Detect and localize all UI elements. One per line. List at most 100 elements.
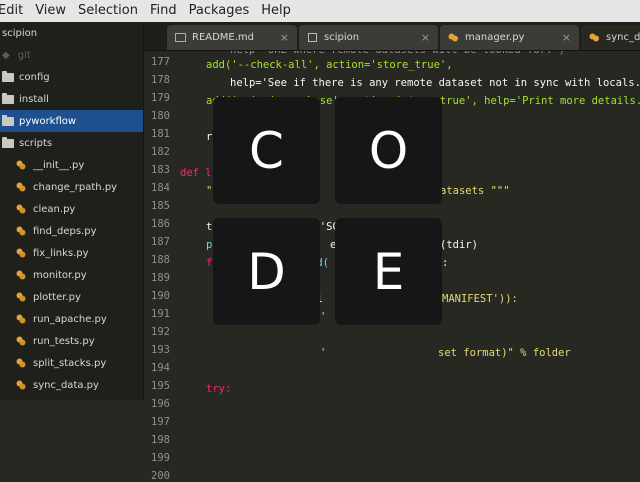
code-line: try:	[206, 383, 232, 395]
line-number: 180	[151, 110, 170, 122]
tree-file[interactable]: fix_links.py	[0, 242, 143, 264]
tree-file[interactable]: split_stacks.py	[0, 352, 143, 374]
tree-file[interactable]: run_apache.py	[0, 308, 143, 330]
tab-label: scipion	[324, 32, 360, 43]
line-number: 190	[151, 290, 170, 302]
tree-item-label: run_apache.py	[33, 313, 107, 325]
tree-folder[interactable]: install	[0, 88, 143, 110]
tree-file[interactable]: plotter.py	[0, 286, 143, 308]
tree-item-label: install	[19, 93, 49, 105]
tree-folder[interactable]: scripts	[0, 132, 143, 154]
tree-file[interactable]: change_rpath.py	[0, 176, 143, 198]
folder-icon	[2, 114, 14, 126]
tab-label: README.md	[192, 32, 255, 43]
menu-bar: Edit View Selection Find Packages Help	[0, 0, 640, 23]
menu-edit[interactable]: Edit	[0, 0, 29, 22]
tree-view: scipion ◆ git config install pyworkflow scr…	[0, 22, 144, 400]
line-number: 193	[151, 344, 170, 356]
tree-folder[interactable]: config	[0, 66, 143, 88]
code-line: '	[320, 347, 327, 359]
code-line: add('--check-all', action='store_true',	[206, 59, 453, 71]
line-number: 178	[151, 74, 170, 86]
tree-file[interactable]: __init__.py	[0, 154, 143, 176]
line-number: 192	[151, 326, 170, 338]
menu-help[interactable]: Help	[255, 0, 297, 22]
tree-file[interactable]: clean.py	[0, 198, 143, 220]
tab-readme[interactable]: README.md ×	[167, 25, 297, 50]
tab-label: sync_da	[606, 32, 640, 43]
python-file-icon	[16, 336, 26, 346]
tab-scipion[interactable]: scipion ×	[299, 25, 438, 50]
line-number: 194	[151, 362, 170, 374]
python-file-icon	[16, 160, 26, 170]
tree-item-label: monitor.py	[33, 269, 87, 281]
tree-file[interactable]: sync_data.py	[0, 374, 143, 396]
tree-item-label: config	[19, 71, 50, 83]
tree-item-label: change_rpath.py	[33, 181, 118, 193]
line-number: 179	[151, 92, 170, 104]
logo-letter-e: E	[335, 218, 442, 325]
menu-packages[interactable]: Packages	[183, 0, 256, 22]
tree-item-label: plotter.py	[33, 291, 81, 303]
line-number: 199	[151, 452, 170, 464]
tree-folder[interactable]: pyworkflow	[0, 110, 143, 132]
folder-icon	[2, 92, 14, 104]
python-file-icon	[16, 292, 26, 302]
folder-icon	[2, 136, 14, 148]
line-number: 197	[151, 416, 170, 428]
logo-letter-d: D	[213, 218, 320, 325]
python-file-icon	[16, 182, 26, 192]
tree-item-label: split_stacks.py	[33, 357, 107, 369]
tree-item-label: scripts	[19, 137, 53, 149]
tree-file[interactable]: monitor.py	[0, 264, 143, 286]
line-number-gutter: 177 178 179 180 181 182 183 184 185 186 187 188 189 1…	[144, 51, 178, 482]
python-file-icon	[16, 226, 26, 236]
code-line: atasets """	[440, 185, 510, 197]
tree-file[interactable]: find_deps.py	[0, 220, 143, 242]
tree-item-label: git	[17, 49, 31, 61]
tree-root-scipion[interactable]: scipion	[0, 22, 143, 44]
tree-file[interactable]: run_tests.py	[0, 330, 143, 352]
tab-manager[interactable]: manager.py ×	[440, 25, 579, 50]
menu-selection[interactable]: Selection	[72, 0, 144, 22]
line-number: 198	[151, 434, 170, 446]
python-file-icon	[16, 204, 26, 214]
tree-item-label: run_tests.py	[33, 335, 95, 347]
tab-sync-data[interactable]: sync_da	[581, 25, 640, 50]
python-file-icon	[16, 314, 26, 324]
line-number: 184	[151, 182, 170, 194]
menu-find[interactable]: Find	[144, 0, 183, 22]
logo-letter-o: O	[335, 97, 442, 204]
tab-bar: README.md × scipion × manager.py × sync_…	[144, 22, 640, 51]
code-line: set format)" % folder	[438, 347, 571, 359]
close-icon[interactable]: ×	[280, 31, 289, 44]
python-file-icon	[16, 248, 26, 258]
line-number: 187	[151, 236, 170, 248]
markdown-file-icon	[175, 33, 186, 42]
line-number: 189	[151, 272, 170, 284]
tree-item-git[interactable]: ◆ git	[0, 44, 143, 66]
python-file-icon	[16, 380, 26, 390]
tree-item-label: find_deps.py	[33, 225, 97, 237]
code-line: MANIFEST')):	[442, 293, 518, 305]
git-icon: ◆	[2, 49, 10, 61]
line-number: 182	[151, 146, 170, 158]
menu-view[interactable]: View	[29, 0, 72, 22]
code-logo: C O D E	[213, 97, 443, 325]
line-number: 195	[151, 380, 170, 392]
python-file-icon	[589, 33, 599, 42]
file-icon	[308, 33, 317, 42]
folder-icon	[2, 70, 14, 82]
tree-root-label: scipion	[2, 27, 38, 39]
line-number: 183	[151, 164, 170, 176]
line-number: 191	[151, 308, 170, 320]
python-file-icon	[448, 33, 458, 42]
python-file-icon	[16, 358, 26, 368]
tree-item-label: sync_data.py	[33, 379, 99, 391]
close-icon[interactable]: ×	[421, 31, 430, 44]
python-file-icon	[16, 270, 26, 280]
close-icon[interactable]: ×	[562, 31, 571, 44]
line-number: 188	[151, 254, 170, 266]
tab-label: manager.py	[465, 32, 525, 43]
line-number: 186	[151, 218, 170, 230]
